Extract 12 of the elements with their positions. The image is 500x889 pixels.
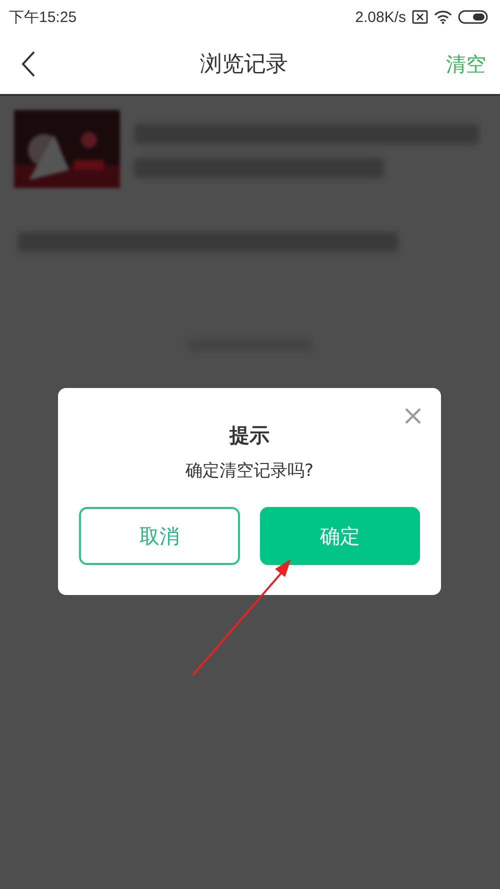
status-time: 下午15:25 xyxy=(9,8,77,26)
network-speed: 2.08K/s xyxy=(355,8,406,26)
cancel-button[interactable]: 取消 xyxy=(79,507,240,565)
dialog-message: 确定清空记录吗? xyxy=(184,460,315,482)
close-button[interactable] xyxy=(404,407,422,425)
battery-icon xyxy=(458,10,488,24)
dialog-title: 提示 xyxy=(228,422,270,449)
confirm-button[interactable]: 确定 xyxy=(260,507,420,565)
sim-off-icon xyxy=(412,10,428,24)
page-title: 浏览记录 xyxy=(200,51,288,79)
wifi-icon xyxy=(434,10,452,24)
clear-button[interactable]: 清空 xyxy=(446,50,486,78)
